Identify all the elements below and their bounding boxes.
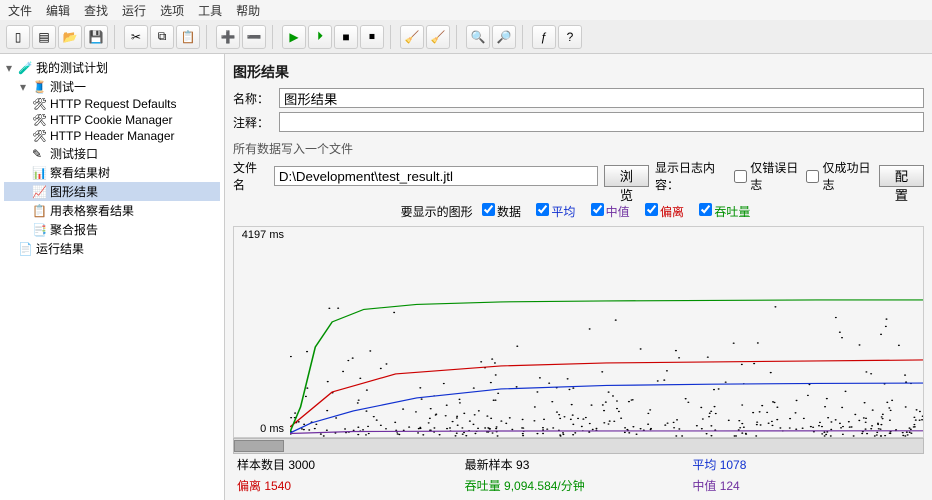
open-icon[interactable]: 📂	[58, 25, 82, 49]
tree-root-label: 我的测试计划	[36, 59, 108, 76]
cut-icon[interactable]: ✂	[124, 25, 148, 49]
comment-input[interactable]	[279, 112, 924, 132]
panel-title: 图形结果	[233, 60, 924, 88]
templates-icon[interactable]: ▤	[32, 25, 56, 49]
legend-median[interactable]: 中值	[591, 205, 630, 219]
tree-item-5[interactable]: 📈图形结果	[4, 182, 220, 201]
menubar: 文件 编辑 查找 运行 选项 工具 帮助	[0, 0, 932, 20]
legend: 要显示的图形 数据 平均 中值 偏离 吞吐量	[233, 197, 924, 226]
menu-help[interactable]: 帮助	[236, 2, 260, 18]
browse-button[interactable]: 浏览	[604, 165, 649, 187]
clear-icon[interactable]: 🧹	[400, 25, 424, 49]
legend-avg[interactable]: 平均	[536, 205, 575, 219]
tree-item-0[interactable]: 🛠HTTP Request Defaults	[4, 96, 220, 112]
start-noTimers-icon[interactable]: ⏵	[308, 25, 332, 49]
menu-file[interactable]: 文件	[8, 2, 32, 18]
tree-item-2[interactable]: 🛠HTTP Header Manager	[4, 128, 220, 144]
legend-data[interactable]: 数据	[482, 205, 521, 219]
tree-thread-group[interactable]: ▾🧵测试一	[4, 77, 220, 96]
new-file-icon[interactable]: ▯	[6, 25, 30, 49]
clear-all-icon[interactable]: 🧹	[426, 25, 450, 49]
tree-item-6[interactable]: 📋用表格察看结果	[4, 201, 220, 220]
ytick-top: 4197 ms	[242, 229, 284, 241]
tree-item-7[interactable]: 📑聚合报告	[4, 220, 220, 239]
tree-workbench[interactable]: 📄运行结果	[4, 239, 220, 258]
y-axis: 4197 ms 0 ms	[234, 227, 290, 437]
legend-title: 要显示的图形	[401, 205, 473, 219]
plot-svg	[290, 227, 923, 437]
name-input[interactable]	[279, 88, 924, 108]
file-section-note: 所有数据写入一个文件	[233, 140, 924, 157]
save-icon[interactable]: 💾	[84, 25, 108, 49]
plot-scrollbar[interactable]	[233, 438, 924, 454]
tree-item-4[interactable]: 📊察看结果树	[4, 163, 220, 182]
legend-thr[interactable]: 吞吐量	[699, 205, 750, 219]
paste-icon[interactable]: 📋	[176, 25, 200, 49]
menu-edit[interactable]: 编辑	[46, 2, 70, 18]
shutdown-icon[interactable]: ⏹	[360, 25, 384, 49]
tree-item-3[interactable]: ✎测试接口	[4, 144, 220, 163]
stat-median: 中值 124	[692, 477, 920, 494]
ytick-bottom: 0 ms	[260, 423, 284, 435]
help-icon[interactable]: ?	[558, 25, 582, 49]
search-icon[interactable]: 🔍	[466, 25, 490, 49]
toolbar: ▯ ▤ 📂 💾 ✂ ⧉ 📋 ➕ ➖ ▶ ⏵ ■ ⏹ 🧹 🧹	[0, 20, 932, 54]
config-button[interactable]: 配置	[879, 165, 924, 187]
file-label: 文件名	[233, 159, 268, 193]
app-root: 文件 编辑 查找 运行 选项 工具 帮助 ▯ ▤ 📂 💾 ✂ ⧉ 📋 ➕ ➖ ▶…	[0, 0, 932, 500]
reset-search-icon[interactable]: 🔎	[492, 25, 516, 49]
tree-root[interactable]: ▾🧪我的测试计划	[4, 58, 220, 77]
main-split: ▾🧪我的测试计划 ▾🧵测试一 🛠HTTP Request Defaults 🛠H…	[0, 54, 932, 500]
copy-icon[interactable]: ⧉	[150, 25, 174, 49]
plot-area	[290, 227, 923, 437]
tree-panel: ▾🧪我的测试计划 ▾🧵测试一 🛠HTTP Request Defaults 🛠H…	[0, 54, 225, 500]
menu-find[interactable]: 查找	[84, 2, 108, 18]
ok-only-check[interactable]: 仅成功日志	[806, 159, 872, 193]
function-helper-icon[interactable]: ƒ	[532, 25, 556, 49]
err-only-check[interactable]: 仅错误日志	[734, 159, 800, 193]
tree-item-1[interactable]: 🛠HTTP Cookie Manager	[4, 112, 220, 128]
file-input[interactable]	[274, 166, 598, 186]
remove-icon[interactable]: ➖	[242, 25, 266, 49]
stat-avg: 平均 1078	[692, 456, 920, 473]
stat-latest: 最新样本 93	[465, 456, 693, 473]
start-icon[interactable]: ▶	[282, 25, 306, 49]
stat-samples: 样本数目 3000	[237, 456, 465, 473]
stat-thr: 吞吐量 9,094.584/分钟	[465, 477, 693, 494]
add-icon[interactable]: ➕	[216, 25, 240, 49]
log-label: 显示日志内容：	[655, 159, 728, 193]
menu-run[interactable]: 运行	[122, 2, 146, 18]
tree-thread-label: 测试一	[50, 78, 86, 95]
legend-dev[interactable]: 偏离	[645, 205, 684, 219]
stats-row-1: 样本数目 3000 最新样本 93 平均 1078	[233, 454, 924, 475]
stat-dev: 偏离 1540	[237, 477, 465, 494]
stop-icon[interactable]: ■	[334, 25, 358, 49]
menu-options[interactable]: 选项	[160, 2, 184, 18]
tree-workbench-label: 运行结果	[36, 240, 84, 257]
chart: 4197 ms 0 ms	[233, 226, 924, 438]
stats-row-2: 偏离 1540 吞吐量 9,094.584/分钟 中值 124	[233, 475, 924, 496]
name-label: 名称：	[233, 90, 273, 107]
comment-label: 注释：	[233, 114, 273, 131]
menu-tools[interactable]: 工具	[198, 2, 222, 18]
right-panel: 图形结果 名称： 注释： 所有数据写入一个文件 文件名 浏览 显示日志内容： 仅…	[225, 54, 932, 500]
